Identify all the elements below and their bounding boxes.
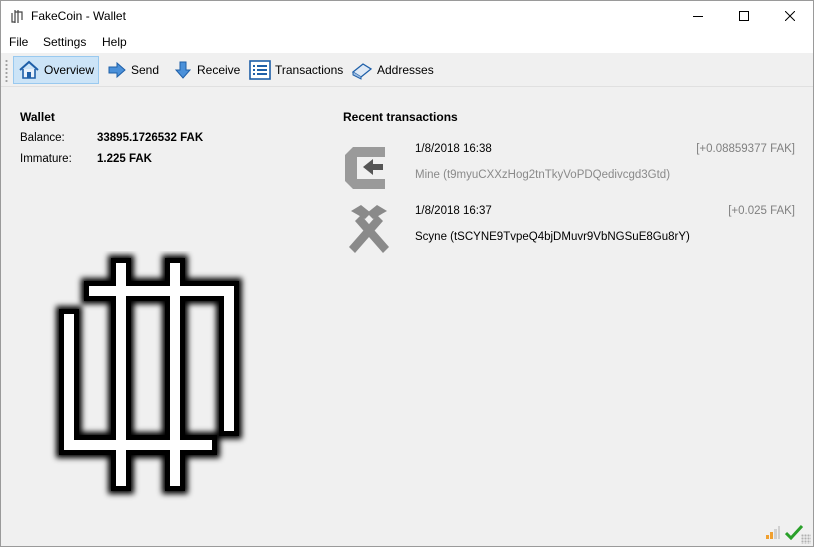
recent-transactions-title: Recent transactions <box>343 110 458 124</box>
window-title: FakeCoin - Wallet <box>31 9 126 23</box>
maximize-button[interactable] <box>721 1 767 31</box>
immature-value: 1.225 FAK <box>97 153 152 165</box>
status-bar <box>765 524 803 540</box>
menu-help[interactable]: Help <box>102 35 127 49</box>
toolbar-grip[interactable] <box>5 59 8 83</box>
send-arrow-icon <box>108 61 126 79</box>
toolbar: Overview Send Receive Transactions Addre… <box>1 53 813 87</box>
wallet-title: Wallet <box>20 110 55 124</box>
transactions-list-icon <box>249 60 271 80</box>
balance-value: 33895.1726532 FAK <box>97 132 204 144</box>
transaction-amount: [+0.08859377 FAK] <box>696 143 795 155</box>
fakecoin-logo-icon <box>11 10 23 23</box>
maximize-icon <box>739 11 749 21</box>
transaction-amount: [+0.025 FAK] <box>728 205 795 217</box>
transaction-address: Mine (t9myuCXXzHog2tnTkyVoPDQedivcgd3Gtd… <box>415 169 671 181</box>
minimize-icon <box>693 16 703 17</box>
addresses-button[interactable]: Addresses <box>347 56 438 84</box>
close-button[interactable] <box>767 1 813 31</box>
minimize-button[interactable] <box>675 1 721 31</box>
immature-label: Immature: <box>20 153 72 165</box>
transaction-row[interactable]: 1/8/2018 16:37 [+0.025 FAK] Scyne (tSCYN… <box>341 201 801 257</box>
send-button[interactable]: Send <box>103 56 163 84</box>
overview-label: Overview <box>44 63 95 77</box>
fakecoin-large-logo-icon <box>56 255 242 494</box>
transaction-date: 1/8/2018 16:37 <box>415 205 492 217</box>
mining-icon <box>349 205 389 253</box>
receive-arrow-icon <box>174 61 192 79</box>
resize-grip[interactable] <box>801 534 811 544</box>
transaction-address: Scyne (tSCYNE9TvpeQ4bjDMuvr9VbNGSuE8Gu8r… <box>415 231 690 243</box>
menu-settings[interactable]: Settings <box>43 35 86 49</box>
transaction-row[interactable]: 1/8/2018 16:38 [+0.08859377 FAK] Mine (t… <box>341 139 801 195</box>
address-book-icon <box>351 63 373 80</box>
balance-label: Balance: <box>20 132 65 144</box>
transaction-date: 1/8/2018 16:38 <box>415 143 492 155</box>
addresses-label: Addresses <box>377 63 434 77</box>
transactions-button[interactable]: Transactions <box>245 56 347 84</box>
send-label: Send <box>131 63 160 77</box>
menu-bar: File Settings Help <box>1 31 813 53</box>
transactions-label: Transactions <box>275 63 344 77</box>
home-icon <box>19 60 39 79</box>
overview-button[interactable]: Overview <box>13 56 99 84</box>
connections-signal-icon[interactable] <box>765 524 781 540</box>
wallet-window: FakeCoin - Wallet File Settings Help Ove… <box>0 0 814 547</box>
receive-label: Receive <box>197 63 241 77</box>
receive-button[interactable]: Receive <box>169 56 244 84</box>
menu-file[interactable]: File <box>9 35 28 49</box>
receive-coin-icon <box>345 147 385 189</box>
title-bar[interactable]: FakeCoin - Wallet <box>1 1 813 31</box>
close-icon <box>785 11 795 21</box>
